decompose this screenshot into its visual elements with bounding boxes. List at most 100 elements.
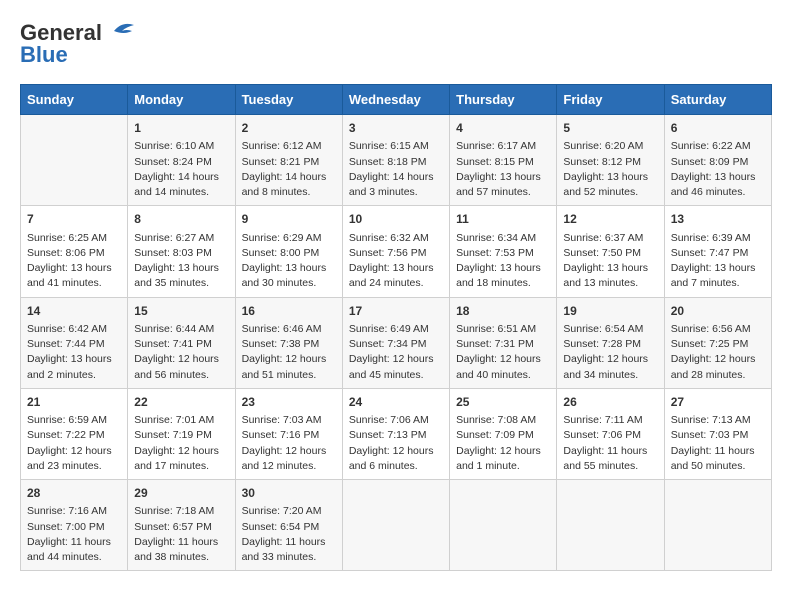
day-info: Sunrise: 6:39 AM Sunset: 7:47 PM Dayligh…	[671, 231, 765, 292]
day-number: 2	[242, 120, 336, 137]
day-number: 15	[134, 303, 228, 320]
day-number: 1	[134, 120, 228, 137]
col-header-wednesday: Wednesday	[342, 85, 449, 115]
day-info: Sunrise: 6:49 AM Sunset: 7:34 PM Dayligh…	[349, 322, 443, 383]
day-number: 17	[349, 303, 443, 320]
day-info: Sunrise: 6:42 AM Sunset: 7:44 PM Dayligh…	[27, 322, 121, 383]
day-info: Sunrise: 6:17 AM Sunset: 8:15 PM Dayligh…	[456, 139, 550, 200]
day-number: 28	[27, 485, 121, 502]
calendar-week-5: 28 Sunrise: 7:16 AM Sunset: 7:00 PM Dayli…	[21, 480, 772, 571]
day-info: Sunrise: 7:08 AM Sunset: 7:09 PM Dayligh…	[456, 413, 550, 474]
calendar-body: 1 Sunrise: 6:10 AM Sunset: 8:24 PM Daylig…	[21, 115, 772, 571]
day-number: 20	[671, 303, 765, 320]
col-header-sunday: Sunday	[21, 85, 128, 115]
col-header-thursday: Thursday	[450, 85, 557, 115]
calendar-cell	[21, 115, 128, 206]
day-number: 7	[27, 211, 121, 228]
header-row: SundayMondayTuesdayWednesdayThursdayFrid…	[21, 85, 772, 115]
day-info: Sunrise: 6:59 AM Sunset: 7:22 PM Dayligh…	[27, 413, 121, 474]
calendar-cell: 28 Sunrise: 7:16 AM Sunset: 7:00 PM Dayli…	[21, 480, 128, 571]
day-info: Sunrise: 6:25 AM Sunset: 8:06 PM Dayligh…	[27, 231, 121, 292]
calendar-cell: 22 Sunrise: 7:01 AM Sunset: 7:19 PM Dayli…	[128, 388, 235, 479]
day-number: 11	[456, 211, 550, 228]
day-info: Sunrise: 6:46 AM Sunset: 7:38 PM Dayligh…	[242, 322, 336, 383]
calendar-week-4: 21 Sunrise: 6:59 AM Sunset: 7:22 PM Dayli…	[21, 388, 772, 479]
calendar-table: SundayMondayTuesdayWednesdayThursdayFrid…	[20, 84, 772, 571]
calendar-cell: 15 Sunrise: 6:44 AM Sunset: 7:41 PM Dayli…	[128, 297, 235, 388]
calendar-cell: 6 Sunrise: 6:22 AM Sunset: 8:09 PM Daylig…	[664, 115, 771, 206]
day-number: 24	[349, 394, 443, 411]
calendar-header: SundayMondayTuesdayWednesdayThursdayFrid…	[21, 85, 772, 115]
calendar-cell	[664, 480, 771, 571]
calendar-cell: 4 Sunrise: 6:17 AM Sunset: 8:15 PM Daylig…	[450, 115, 557, 206]
calendar-cell	[342, 480, 449, 571]
calendar-cell: 8 Sunrise: 6:27 AM Sunset: 8:03 PM Daylig…	[128, 206, 235, 297]
calendar-cell: 21 Sunrise: 6:59 AM Sunset: 7:22 PM Dayli…	[21, 388, 128, 479]
calendar-cell: 18Sunrise: 6:51 AM Sunset: 7:31 PM Dayli…	[450, 297, 557, 388]
calendar-cell: 14 Sunrise: 6:42 AM Sunset: 7:44 PM Dayli…	[21, 297, 128, 388]
calendar-week-2: 7 Sunrise: 6:25 AM Sunset: 8:06 PM Daylig…	[21, 206, 772, 297]
calendar-cell	[450, 480, 557, 571]
day-number: 25	[456, 394, 550, 411]
day-number: 12	[563, 211, 657, 228]
day-info: Sunrise: 7:18 AM Sunset: 6:57 PM Dayligh…	[134, 504, 228, 565]
logo-blue-text: Blue	[20, 42, 68, 68]
day-number: 22	[134, 394, 228, 411]
calendar-cell: 27 Sunrise: 7:13 AM Sunset: 7:03 PM Dayli…	[664, 388, 771, 479]
logo: General Blue	[20, 20, 136, 68]
day-info: Sunrise: 7:13 AM Sunset: 7:03 PM Dayligh…	[671, 413, 765, 474]
day-info: Sunrise: 6:56 AM Sunset: 7:25 PM Dayligh…	[671, 322, 765, 383]
calendar-cell: 10 Sunrise: 6:32 AM Sunset: 7:56 PM Dayli…	[342, 206, 449, 297]
day-info: Sunrise: 6:32 AM Sunset: 7:56 PM Dayligh…	[349, 231, 443, 292]
day-number: 10	[349, 211, 443, 228]
day-info: Sunrise: 6:51 AM Sunset: 7:31 PM Dayligh…	[456, 322, 550, 383]
calendar-cell	[557, 480, 664, 571]
calendar-cell: 5 Sunrise: 6:20 AM Sunset: 8:12 PM Daylig…	[557, 115, 664, 206]
day-info: Sunrise: 6:44 AM Sunset: 7:41 PM Dayligh…	[134, 322, 228, 383]
day-number: 26	[563, 394, 657, 411]
calendar-cell: 19Sunrise: 6:54 AM Sunset: 7:28 PM Dayli…	[557, 297, 664, 388]
col-header-tuesday: Tuesday	[235, 85, 342, 115]
page-header: General Blue	[20, 20, 772, 68]
calendar-cell: 24 Sunrise: 7:06 AM Sunset: 7:13 PM Dayli…	[342, 388, 449, 479]
day-number: 8	[134, 211, 228, 228]
day-info: Sunrise: 6:37 AM Sunset: 7:50 PM Dayligh…	[563, 231, 657, 292]
day-info: Sunrise: 6:12 AM Sunset: 8:21 PM Dayligh…	[242, 139, 336, 200]
day-number: 27	[671, 394, 765, 411]
day-number: 14	[27, 303, 121, 320]
day-info: Sunrise: 6:15 AM Sunset: 8:18 PM Dayligh…	[349, 139, 443, 200]
day-info: Sunrise: 6:10 AM Sunset: 8:24 PM Dayligh…	[134, 139, 228, 200]
day-info: Sunrise: 6:22 AM Sunset: 8:09 PM Dayligh…	[671, 139, 765, 200]
calendar-cell: 20 Sunrise: 6:56 AM Sunset: 7:25 PM Dayli…	[664, 297, 771, 388]
calendar-cell: 3 Sunrise: 6:15 AM Sunset: 8:18 PM Daylig…	[342, 115, 449, 206]
calendar-cell: 13Sunrise: 6:39 AM Sunset: 7:47 PM Dayli…	[664, 206, 771, 297]
calendar-cell: 9 Sunrise: 6:29 AM Sunset: 8:00 PM Daylig…	[235, 206, 342, 297]
day-number: 4	[456, 120, 550, 137]
day-info: Sunrise: 6:29 AM Sunset: 8:00 PM Dayligh…	[242, 231, 336, 292]
day-number: 21	[27, 394, 121, 411]
calendar-week-1: 1 Sunrise: 6:10 AM Sunset: 8:24 PM Daylig…	[21, 115, 772, 206]
day-info: Sunrise: 6:27 AM Sunset: 8:03 PM Dayligh…	[134, 231, 228, 292]
day-number: 9	[242, 211, 336, 228]
calendar-cell: 16 Sunrise: 6:46 AM Sunset: 7:38 PM Dayli…	[235, 297, 342, 388]
day-info: Sunrise: 7:03 AM Sunset: 7:16 PM Dayligh…	[242, 413, 336, 474]
calendar-cell: 1 Sunrise: 6:10 AM Sunset: 8:24 PM Daylig…	[128, 115, 235, 206]
day-number: 29	[134, 485, 228, 502]
day-number: 5	[563, 120, 657, 137]
day-number: 16	[242, 303, 336, 320]
calendar-cell: 17 Sunrise: 6:49 AM Sunset: 7:34 PM Dayli…	[342, 297, 449, 388]
calendar-cell: 7 Sunrise: 6:25 AM Sunset: 8:06 PM Daylig…	[21, 206, 128, 297]
day-number: 6	[671, 120, 765, 137]
day-info: Sunrise: 6:34 AM Sunset: 7:53 PM Dayligh…	[456, 231, 550, 292]
day-info: Sunrise: 7:01 AM Sunset: 7:19 PM Dayligh…	[134, 413, 228, 474]
calendar-cell: 11 Sunrise: 6:34 AM Sunset: 7:53 PM Dayli…	[450, 206, 557, 297]
day-info: Sunrise: 6:20 AM Sunset: 8:12 PM Dayligh…	[563, 139, 657, 200]
day-info: Sunrise: 7:16 AM Sunset: 7:00 PM Dayligh…	[27, 504, 121, 565]
col-header-friday: Friday	[557, 85, 664, 115]
day-number: 30	[242, 485, 336, 502]
col-header-saturday: Saturday	[664, 85, 771, 115]
calendar-cell: 29 Sunrise: 7:18 AM Sunset: 6:57 PM Dayli…	[128, 480, 235, 571]
day-number: 3	[349, 120, 443, 137]
logo-bird-icon	[104, 21, 136, 41]
day-info: Sunrise: 7:06 AM Sunset: 7:13 PM Dayligh…	[349, 413, 443, 474]
